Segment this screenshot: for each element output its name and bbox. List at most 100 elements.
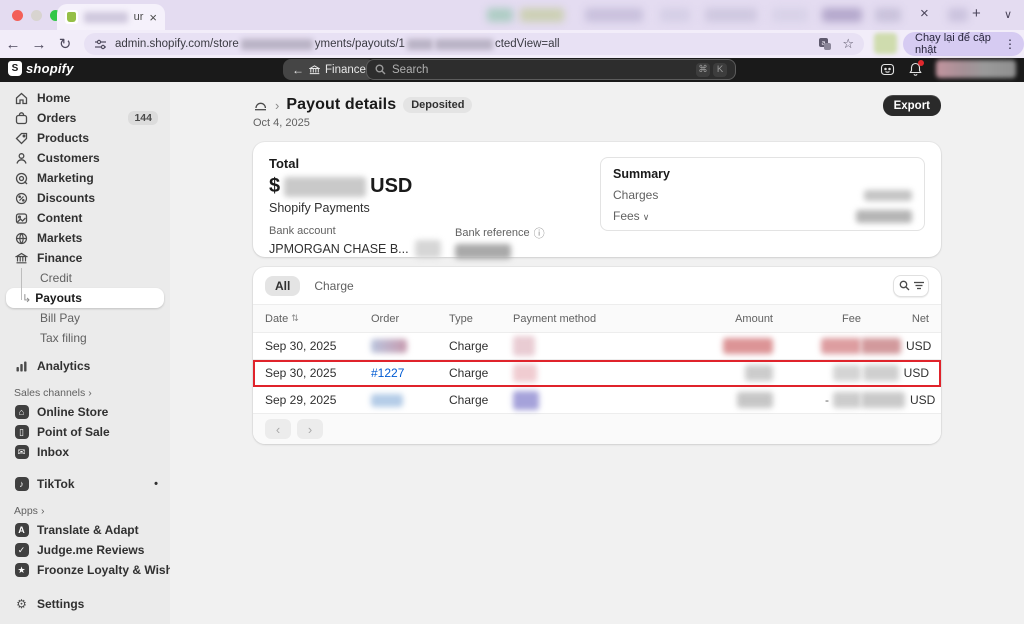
pagination-next-button[interactable]: ›	[297, 419, 323, 439]
sidebar-item-markets[interactable]: Markets	[6, 228, 164, 248]
column-date[interactable]: Date ⇅	[265, 313, 371, 325]
redacted-tab	[772, 8, 808, 22]
sidebar-label: Orders	[37, 111, 77, 125]
context-back-icon[interactable]: ←	[292, 63, 304, 77]
browser-menu-icon[interactable]: ⋮	[1004, 37, 1016, 51]
summary-fees-row[interactable]: Fees ∨	[613, 209, 912, 223]
sidebar-item-bill-pay[interactable]: Bill Pay	[6, 308, 164, 328]
tab-close-icon[interactable]: ×	[149, 11, 157, 24]
sidebar-item-point-of-sale[interactable]: ▯ Point of Sale	[6, 422, 164, 442]
online-store-icon: ⌂	[14, 405, 29, 419]
sidebar-item-judgeme-reviews[interactable]: ✓ Judge.me Reviews	[6, 540, 164, 560]
close-tab-icon[interactable]: ×	[920, 5, 929, 22]
cell-order[interactable]	[371, 393, 449, 407]
cell-order[interactable]	[371, 339, 449, 353]
apps-header[interactable]: Apps ›	[6, 502, 164, 520]
payouts-breadcrumb-icon[interactable]	[253, 98, 268, 113]
sidebar-item-settings[interactable]: ⚙ Settings	[6, 594, 164, 614]
deposited-status-badge: Deposited	[403, 97, 473, 113]
reload-icon[interactable]: ↻	[52, 35, 78, 53]
table-row-highlighted[interactable]: Sep 30, 2025 #1227 Charge USD	[253, 360, 941, 387]
cell-order[interactable]: #1227	[371, 366, 449, 380]
payout-total-card: Total $ USD Shopify Payments Bank accoun…	[253, 142, 941, 259]
forward-icon[interactable]: →	[26, 36, 52, 53]
judgeme-icon: ✓	[14, 543, 29, 557]
sidebar-item-customers[interactable]: Customers	[6, 148, 164, 168]
search-placeholder: Search	[392, 63, 429, 76]
tab-all[interactable]: All	[265, 275, 301, 296]
tiktok-icon: ♪	[14, 477, 29, 491]
table-row[interactable]: Sep 30, 2025 Charge USD	[253, 333, 941, 360]
sidebar-item-froonze-loyalty[interactable]: ★ Froonze Loyalty & Wishlist	[6, 560, 190, 580]
redacted-store-name[interactable]	[936, 60, 1016, 78]
new-tab-icon[interactable]: +	[972, 5, 981, 22]
browser-profile-avatar[interactable]	[874, 33, 897, 54]
sidebar-item-finance[interactable]: Finance	[6, 248, 164, 268]
redacted-net	[861, 338, 901, 354]
sidekick-icon[interactable]	[880, 62, 895, 77]
sidebar-item-inbox[interactable]: ✉ Inbox	[6, 442, 164, 462]
breadcrumb-chevron-icon: ›	[275, 97, 280, 113]
notifications-bell-icon[interactable]	[909, 60, 924, 76]
shopify-top-bar: S shopify ← Finance Search ⌘ K	[0, 58, 1024, 82]
cell-type: Charge	[449, 339, 489, 353]
finance-context-pill[interactable]: ← Finance	[283, 59, 375, 80]
home-icon	[14, 92, 29, 105]
filter-icon	[913, 281, 924, 290]
back-icon[interactable]: ←	[0, 36, 26, 53]
sidebar-item-online-store[interactable]: ⌂ Online Store	[6, 402, 164, 422]
redacted-account-digits	[414, 240, 441, 258]
sidebar-label: Finance	[37, 251, 83, 265]
close-window-button[interactable]	[12, 10, 23, 21]
pagination-prev-button[interactable]: ‹	[265, 419, 291, 439]
column-fee: Fee	[842, 312, 861, 325]
order-link[interactable]: #1227	[371, 366, 404, 380]
sidebar-item-tiktok[interactable]: ♪ TikTok •	[6, 474, 164, 494]
translate-icon[interactable]: a	[818, 37, 832, 51]
bank-icon	[309, 64, 320, 75]
sales-channels-header[interactable]: Sales channels ›	[6, 384, 164, 402]
cmd-key-badge: ⌘	[696, 62, 710, 77]
sidebar-item-analytics[interactable]: Analytics	[6, 356, 164, 376]
sidebar-label: Marketing	[37, 171, 94, 185]
tab-search-chevron-icon[interactable]: ∨	[1004, 8, 1012, 21]
sidebar-item-home[interactable]: Home	[6, 88, 164, 108]
sidebar-item-tax-filing[interactable]: Tax filing	[6, 328, 164, 348]
main-content: › Payout details Deposited Export Oct 4,…	[170, 82, 1024, 624]
admin-sidebar: Home Orders 144 Products Customers Marke…	[0, 82, 190, 624]
tab-title-fragment: ur	[133, 11, 144, 23]
sidebar-item-translate-adapt[interactable]: A Translate & Adapt	[6, 520, 164, 540]
redacted-net	[861, 392, 905, 408]
sidebar-item-content[interactable]: Content	[6, 208, 164, 228]
redacted-order	[371, 339, 407, 353]
export-button[interactable]: Export	[882, 95, 941, 116]
search-and-filter-button[interactable]	[893, 274, 929, 297]
fees-label: Fees ∨	[613, 209, 650, 223]
sidebar-item-orders[interactable]: Orders 144	[6, 108, 164, 128]
orders-icon	[14, 111, 29, 125]
sidebar-item-payouts[interactable]: ↳ Payouts	[6, 288, 164, 308]
sidebar-item-products[interactable]: Products	[6, 128, 164, 148]
sidebar-label: Froonze Loyalty & Wishlist	[37, 563, 191, 577]
content-icon	[14, 212, 29, 225]
address-bar[interactable]: admin.shopify.com/store yments/payouts/1…	[84, 33, 864, 55]
sidebar-item-marketing[interactable]: Marketing	[6, 168, 164, 188]
relaunch-to-update-button[interactable]: Chạy lại để cập nhật ⋮	[903, 32, 1024, 56]
cell-net: USD	[861, 365, 929, 381]
table-row[interactable]: Sep 29, 2025 Charge - USD	[253, 387, 941, 414]
info-icon[interactable]: ⓘ	[534, 225, 545, 241]
url-text[interactable]: admin.shopify.com/store yments/payouts/1…	[115, 38, 560, 50]
redacted-tab	[660, 8, 690, 22]
bookmark-star-icon[interactable]: ☆	[842, 36, 854, 52]
sidebar-item-discounts[interactable]: Discounts	[6, 188, 164, 208]
sidebar-label: Bill Pay	[40, 311, 81, 325]
macos-traffic-lights[interactable]	[12, 10, 61, 21]
sidebar-item-credit[interactable]: Credit	[6, 268, 164, 288]
bank-account-value: JPMORGAN CHASE B...	[269, 242, 409, 256]
admin-search-bar[interactable]: Search ⌘ K	[366, 59, 736, 80]
tab-charge[interactable]: Charge	[314, 279, 353, 293]
active-browser-tab[interactable]: ur ×	[57, 4, 165, 30]
shopify-logo[interactable]: S shopify	[8, 61, 74, 76]
minimize-window-button[interactable]	[31, 10, 42, 21]
site-settings-icon[interactable]	[94, 38, 107, 51]
